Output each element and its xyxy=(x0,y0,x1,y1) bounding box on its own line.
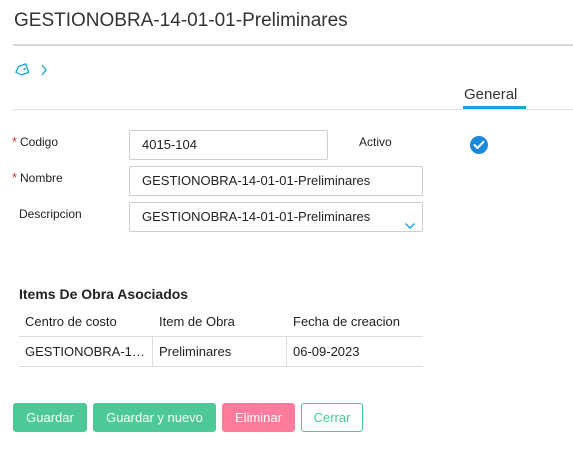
save-and-new-button[interactable]: Guardar y nuevo xyxy=(93,403,216,432)
nombre-field[interactable]: GESTIONOBRA-14-01-01-Preliminares xyxy=(129,166,423,196)
table-cell: 06-09-2023 xyxy=(293,344,360,359)
items-section-title: Items De Obra Asociados xyxy=(19,286,189,302)
codigo-field[interactable]: 4015-104 xyxy=(129,130,328,160)
codigo-label: Codigo xyxy=(20,135,59,149)
column-header[interactable]: Item de Obra xyxy=(153,307,287,336)
check-icon xyxy=(473,140,485,149)
tab-divider xyxy=(13,109,573,110)
column-header[interactable]: Centro de costo xyxy=(19,307,153,336)
title-divider xyxy=(13,44,573,46)
chevron-right-icon[interactable] xyxy=(40,63,48,77)
descripcion-select[interactable]: GESTIONOBRA-14-01-01-Preliminares xyxy=(129,202,423,232)
tab-general[interactable]: General xyxy=(464,86,517,103)
descripcion-label: Descripcion xyxy=(19,207,82,221)
page-title: GESTIONOBRA-14-01-01-Preliminares xyxy=(14,10,348,31)
table-cell: Preliminares xyxy=(153,337,287,366)
descripcion-value: GESTIONOBRA-14-01-01-Preliminares xyxy=(142,209,371,224)
activo-checkbox[interactable] xyxy=(470,136,488,154)
chevron-down-icon[interactable] xyxy=(404,212,416,231)
activo-label: Activo xyxy=(359,135,392,149)
close-button[interactable]: Cerrar xyxy=(301,403,363,432)
column-header[interactable]: Fecha de creacion xyxy=(287,307,423,336)
breadcrumb xyxy=(14,60,48,80)
record-form-page: GESTIONOBRA-14-01-01-Preliminares Genera… xyxy=(0,0,573,451)
table-row[interactable]: GESTIONOBRA-14-01-01-Preliminares Prelim… xyxy=(19,337,423,367)
table-cell: GESTIONOBRA-14-01-01-Preliminares xyxy=(19,337,153,366)
table-header: Centro de costo Item de Obra Fecha de cr… xyxy=(19,307,423,337)
nombre-label: Nombre xyxy=(20,171,63,185)
tag-icon[interactable] xyxy=(14,63,30,77)
delete-button[interactable]: Eliminar xyxy=(222,403,295,432)
save-button[interactable]: Guardar xyxy=(13,403,87,432)
required-marker: * xyxy=(12,134,18,149)
items-table: Centro de costo Item de Obra Fecha de cr… xyxy=(19,307,423,367)
required-marker: * xyxy=(12,170,18,185)
